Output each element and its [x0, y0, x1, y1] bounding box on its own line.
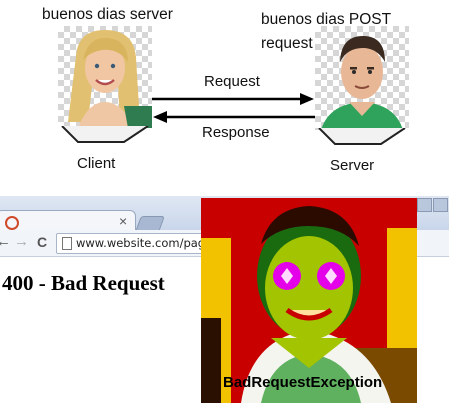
server-label: Server	[330, 157, 375, 174]
request-arrow	[152, 93, 314, 105]
reload-icon[interactable]: C	[37, 234, 47, 250]
client-computer-base	[61, 126, 149, 143]
maximize-icon[interactable]	[433, 198, 448, 212]
back-icon[interactable]: ←	[0, 233, 11, 250]
window-controls	[417, 198, 449, 212]
tab-close-icon[interactable]: ×	[119, 213, 127, 229]
tab-favicon-icon	[5, 216, 19, 230]
server-portrait	[315, 26, 409, 130]
server-computer-base	[318, 128, 406, 145]
response-label: Response	[202, 124, 270, 141]
url-text: www.website.com/pag	[76, 236, 206, 250]
response-arrow	[153, 111, 315, 123]
client-caption: buenos dias server	[42, 6, 173, 23]
meme-caption: BadRequestException	[223, 374, 383, 391]
address-bar[interactable]: www.website.com/pag	[56, 233, 218, 254]
request-label: Request	[204, 73, 260, 90]
error-heading: 400 - Bad Request	[2, 271, 165, 295]
server-caption-line2: request	[261, 35, 313, 52]
minimize-icon[interactable]	[417, 198, 432, 212]
deepfried-meme-image: BadRequestException	[201, 198, 417, 403]
client-portrait	[58, 26, 152, 128]
client-label: Client	[77, 155, 116, 172]
page-icon	[62, 237, 72, 250]
forward-icon[interactable]: →	[14, 233, 29, 250]
